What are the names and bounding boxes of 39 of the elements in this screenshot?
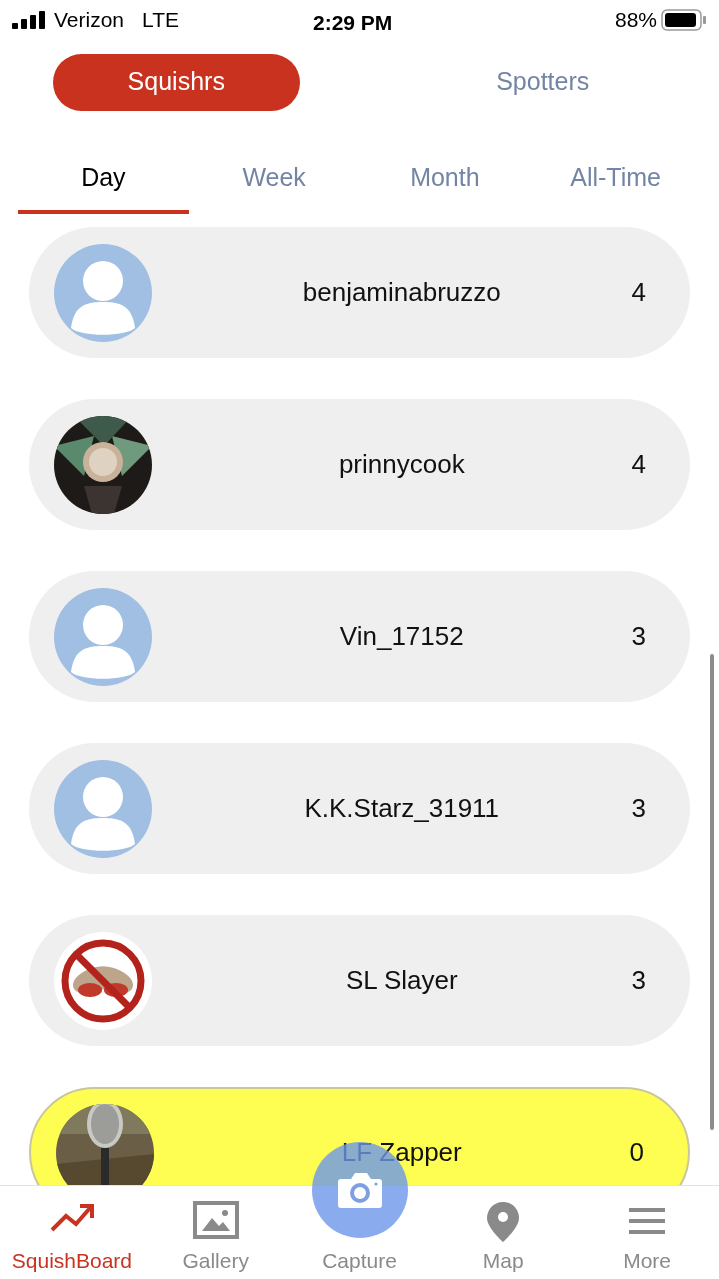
squish-count: 3: [631, 964, 646, 997]
username: LF Zapper: [340, 1136, 463, 1169]
leaderboard-row[interactable]: prinnycook 4: [29, 399, 690, 530]
leaderboard-row[interactable]: K.K.Starz_31911 3: [29, 743, 690, 874]
username: Vin_17152: [338, 620, 465, 653]
battery-icon: [661, 9, 707, 31]
period-tab[interactable]: Day: [18, 150, 189, 214]
nav-item[interactable]: Gallery: [143, 1186, 288, 1279]
username: SL Slayer: [344, 964, 459, 997]
avatar-icon: [54, 587, 152, 686]
nav-item[interactable]: Capture: [322, 1250, 397, 1279]
username: K.K.Starz_31911: [303, 792, 501, 825]
segment-tab[interactable]: Squishrs: [53, 53, 300, 111]
squish-count: 4: [631, 448, 646, 481]
carrier-name: Verizon: [54, 7, 125, 34]
period-tab[interactable]: Month: [359, 150, 531, 214]
nav-item[interactable]: More: [575, 1186, 719, 1279]
battery-percentage: 88%: [614, 7, 657, 34]
avatar-icon: [54, 243, 152, 342]
squish-count: 3: [631, 792, 646, 825]
username: benjaminabruzzo: [301, 276, 502, 309]
network-type: LTE: [142, 7, 179, 34]
leaderboard-row[interactable]: Vin_17152 3: [29, 571, 690, 702]
signal-icon: [12, 11, 48, 29]
squish-count: 3: [631, 620, 646, 653]
segment-tab[interactable]: Spotters: [419, 53, 666, 111]
leaderboard-row[interactable]: SL Slayer 3: [29, 915, 690, 1046]
nav-item[interactable]: SquishBoard: [0, 1186, 144, 1279]
status-time: 2:29 PM: [313, 10, 393, 36]
camera-icon: [337, 1171, 383, 1209]
squish-count: 0: [629, 1136, 644, 1169]
username: prinnycook: [337, 448, 466, 481]
leaderboard-row[interactable]: benjaminabruzzo 4: [29, 227, 690, 358]
leaderboard-row[interactable]: LF Zapper 0: [29, 1087, 690, 1185]
nav-item[interactable]: Map: [431, 1186, 576, 1279]
avatar-icon: [54, 759, 152, 858]
period-tab[interactable]: All-Time: [530, 150, 701, 214]
squish-count: 4: [631, 276, 646, 309]
period-tab[interactable]: Week: [188, 150, 360, 214]
